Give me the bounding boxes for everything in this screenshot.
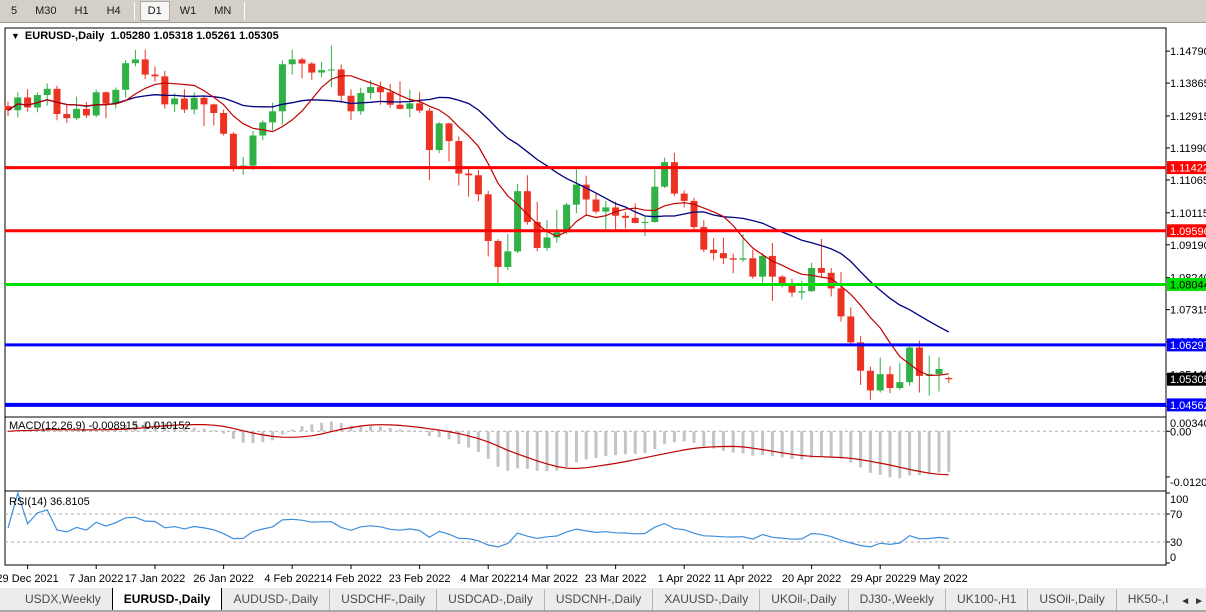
svg-text:0: 0: [1170, 552, 1176, 564]
tab-scroll-left-button[interactable]: ◄: [1180, 596, 1190, 607]
svg-text:29 Apr 2022: 29 Apr 2022: [851, 573, 910, 585]
date-axis[interactable]: 29 Dec 2021 7 Jan 202217 Jan 2022 26 Jan 2…: [0, 565, 968, 585]
svg-text:1.11065: 1.11065: [1170, 175, 1206, 187]
svg-text:-0.01205: -0.01205: [1170, 477, 1206, 489]
svg-text:4 Mar 2022: 4 Mar 2022: [460, 573, 516, 585]
timeframe-button-MN[interactable]: MN: [206, 1, 239, 21]
tab-dj30-weekly[interactable]: DJ30-,Weekly: [848, 589, 945, 610]
tab-uk100-h1[interactable]: UK100-,H1: [945, 589, 1027, 610]
svg-text:11 Apr 2022: 11 Apr 2022: [714, 573, 773, 585]
svg-text:30: 30: [1170, 537, 1182, 549]
svg-text:1.07315: 1.07315: [1170, 305, 1206, 317]
svg-text:23 Mar 2022: 23 Mar 2022: [585, 573, 647, 585]
chart-panels: [5, 28, 1166, 565]
tab-scrollers: ◄ ►: [1176, 596, 1204, 607]
svg-text:1.08044: 1.08044: [1170, 279, 1206, 291]
svg-text:23 Feb 2022: 23 Feb 2022: [389, 573, 451, 585]
tab-eurusd-daily[interactable]: EURUSD-,Daily: [112, 588, 223, 610]
svg-text:1.12915: 1.12915: [1170, 111, 1206, 123]
svg-text:1.13865: 1.13865: [1170, 78, 1206, 90]
timeframe-button-H1[interactable]: H1: [67, 1, 97, 21]
timeframe-button-W1[interactable]: W1: [172, 1, 205, 21]
svg-text:26 Jan 2022: 26 Jan 2022: [193, 573, 254, 585]
svg-text:29 Dec 2021: 29 Dec 2021: [0, 573, 59, 585]
svg-text:14 Feb 2022: 14 Feb 2022: [320, 573, 382, 585]
tab-usoil-daily[interactable]: USOil-,Daily: [1027, 589, 1115, 610]
timeframe-toolbar: 5M30H1H4 D1W1MN: [0, 0, 1206, 23]
svg-text:1 Apr 2022: 1 Apr 2022: [658, 573, 711, 585]
svg-text:9 May 2022: 9 May 2022: [910, 573, 967, 585]
tab-usdx-weekly[interactable]: USDX,Weekly: [14, 589, 112, 610]
tab-audusd-daily[interactable]: AUDUSD-,Daily: [222, 589, 329, 610]
svg-text:7 Jan 2022: 7 Jan 2022: [69, 573, 123, 585]
tab-ukoil-daily[interactable]: UKOil-,Daily: [759, 589, 847, 610]
timeframe-button-H4[interactable]: H4: [99, 1, 129, 21]
svg-text:14 Mar 2022: 14 Mar 2022: [516, 573, 578, 585]
svg-text:1.10115: 1.10115: [1170, 208, 1206, 220]
chart-canvas[interactable]: 1.14790 1.13865 1.12915 1.11990 1.11065 1.101…: [0, 23, 1206, 588]
svg-text:1.06297: 1.06297: [1170, 340, 1206, 352]
svg-text:17 Jan 2022: 17 Jan 2022: [125, 573, 186, 585]
tab-usdchf-daily[interactable]: USDCHF-,Daily: [329, 589, 436, 610]
svg-text:1.09596: 1.09596: [1170, 226, 1206, 238]
price-axis[interactable]: 1.14790 1.13865 1.12915 1.11990 1.11065 1.101…: [1166, 46, 1206, 413]
svg-text:4 Feb 2022: 4 Feb 2022: [264, 573, 320, 585]
tab-xauusd-daily[interactable]: XAUUSD-,Daily: [652, 589, 759, 610]
svg-text:1.11422: 1.11422: [1170, 163, 1206, 175]
timeframe-button-D1[interactable]: D1: [140, 1, 170, 21]
tab-usdcad-daily[interactable]: USDCAD-,Daily: [436, 589, 544, 610]
svg-text:0.00: 0.00: [1170, 426, 1191, 438]
chart-window[interactable]: 1.14790 1.13865 1.12915 1.11990 1.11065 1.101…: [0, 23, 1206, 588]
svg-text:1.14790: 1.14790: [1170, 46, 1206, 58]
toolbar-separator: [134, 2, 135, 20]
svg-text:70: 70: [1170, 509, 1182, 521]
svg-text:100: 100: [1170, 494, 1188, 506]
rsi-axis[interactable]: 100 70 30 0: [1166, 493, 1188, 564]
svg-text:1.11990: 1.11990: [1170, 143, 1206, 155]
svg-text:1.05305: 1.05305: [1170, 374, 1206, 386]
timeframe-button-5[interactable]: 5: [3, 1, 25, 21]
tab-hk50-i[interactable]: HK50-,I: [1116, 589, 1180, 610]
macd-axis[interactable]: 0.0034080.00-0.01205: [1166, 418, 1206, 489]
symbol-tab-bar: USDX,WeeklyEURUSD-,DailyAUDUSD-,DailyUSD…: [0, 588, 1206, 612]
tab-usdcnh-daily[interactable]: USDCNH-,Daily: [544, 589, 652, 610]
svg-text:20 Apr 2022: 20 Apr 2022: [782, 573, 841, 585]
svg-text:1.09190: 1.09190: [1170, 240, 1206, 252]
svg-text:1.04562: 1.04562: [1170, 400, 1206, 412]
timeframe-button-M30[interactable]: M30: [27, 1, 64, 21]
toolbar-separator: [244, 2, 245, 20]
tab-scroll-right-button[interactable]: ►: [1194, 596, 1204, 607]
